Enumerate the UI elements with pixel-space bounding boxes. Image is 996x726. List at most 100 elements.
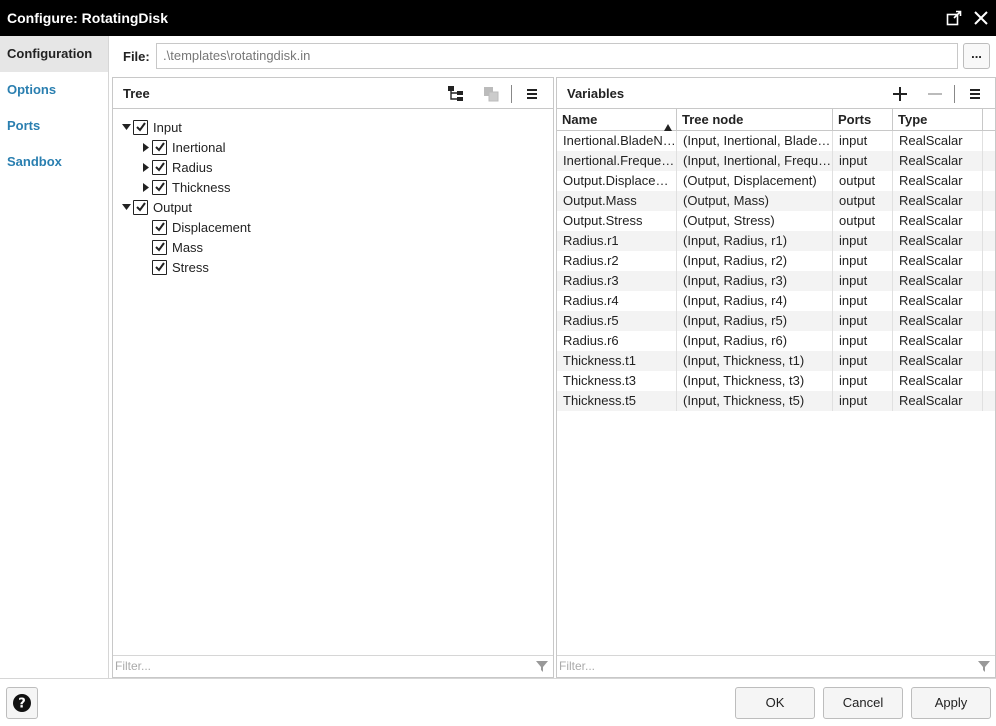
checkbox-checked-icon[interactable] — [133, 199, 148, 215]
tree-node-label: Radius — [172, 159, 213, 175]
file-label: File: — [123, 48, 150, 64]
tree-node-stress[interactable]: Stress — [152, 257, 209, 277]
collapsed-arrow-icon[interactable] — [138, 162, 152, 172]
tree-filter-input[interactable]: Filter... — [113, 655, 553, 677]
cell-name: Thickness.t5 — [557, 391, 677, 411]
variables-filter-input[interactable]: Filter... — [557, 655, 995, 677]
filter-icon[interactable] — [977, 659, 991, 680]
cell-ports: input — [833, 271, 893, 291]
cell-name: Inertional.BladeNumber — [557, 131, 677, 151]
cell-ports: input — [833, 291, 893, 311]
sidebar-item-options[interactable]: Options — [0, 72, 108, 108]
tree-node-displacement[interactable]: Displacement — [152, 217, 251, 237]
hierarchy-icon[interactable] — [446, 84, 466, 104]
add-icon[interactable] — [890, 84, 910, 104]
table-row[interactable]: Radius.r3 (Input, Radius, r3) input RealSca… — [557, 271, 995, 291]
dialog-footer: ? OK Cancel Apply — [0, 678, 996, 726]
column-header-name[interactable]: Name — [557, 109, 677, 131]
toolbar-separator — [511, 85, 512, 103]
title-bar: Configure: RotatingDisk — [0, 0, 996, 36]
cell-type: RealScalar — [893, 211, 983, 231]
variables-table: Name Tree node Ports Type Inertional.Bla… — [557, 109, 995, 411]
tree-node-label: Displacement — [172, 219, 251, 235]
cell-ports: output — [833, 191, 893, 211]
tree-node-label: Thickness — [172, 179, 231, 195]
cancel-button[interactable]: Cancel — [823, 687, 903, 719]
cell-type: RealScalar — [893, 131, 983, 151]
svg-text:?: ? — [18, 697, 26, 712]
expanded-arrow-icon[interactable] — [119, 123, 133, 132]
cell-name: Output.Displacement — [557, 171, 677, 191]
tree-panel-title: Tree — [123, 85, 150, 101]
table-row[interactable]: Radius.r1 (Input, Radius, r1) input RealSca… — [557, 231, 995, 251]
tree-node-output[interactable]: Output — [119, 197, 192, 217]
help-button[interactable]: ? — [6, 687, 38, 719]
table-row[interactable]: Inertional.BladeNumber(Input, Inertional… — [557, 131, 995, 151]
apply-button[interactable]: Apply — [911, 687, 991, 719]
table-row[interactable]: Radius.r5 (Input, Radius, r5) input RealSca… — [557, 311, 995, 331]
table-row[interactable]: Radius.r6 (Input, Radius, r6) input RealSca… — [557, 331, 995, 351]
tree-node-label: Inertional — [172, 139, 226, 155]
cell-ports: input — [833, 311, 893, 331]
checkbox-checked-icon[interactable] — [152, 139, 167, 155]
cell-tree-node: (Input, Radius, r4) — [677, 291, 833, 311]
table-row[interactable]: Thickness.t1 (Input, Thickness, t1) input R… — [557, 351, 995, 371]
file-path-input[interactable]: .\templates\rotatingdisk.in — [156, 43, 958, 69]
cell-tree-node: (Input, Thickness, t1) — [677, 351, 833, 371]
cell-ports: input — [833, 251, 893, 271]
checkbox-checked-icon[interactable] — [152, 219, 167, 235]
menu-icon[interactable] — [522, 84, 542, 104]
column-header-tree-node[interactable]: Tree node — [677, 109, 833, 130]
expanded-arrow-icon[interactable] — [119, 203, 133, 212]
checkbox-checked-icon[interactable] — [152, 159, 167, 175]
checkbox-checked-icon[interactable] — [152, 179, 167, 195]
cell-type: RealScalar — [893, 251, 983, 271]
cell-tree-node: (Input, Radius, r6) — [677, 331, 833, 351]
sidebar: Configuration Options Ports Sandbox — [0, 36, 109, 678]
checkbox-checked-icon[interactable] — [152, 239, 167, 255]
column-header-ports[interactable]: Ports — [833, 109, 893, 130]
table-row[interactable]: Thickness.t3 (Input, Thickness, t3) input R… — [557, 371, 995, 391]
tree-node-inertional[interactable]: Inertional — [138, 137, 225, 157]
collapsed-arrow-icon[interactable] — [138, 182, 152, 192]
browse-button[interactable]: ... — [963, 43, 990, 69]
table-row[interactable]: Output.Mass (Output, Mass) output RealScala… — [557, 191, 995, 211]
collapsed-arrow-icon[interactable] — [138, 142, 152, 152]
tree-node-input[interactable]: Input — [119, 117, 182, 137]
filter-icon[interactable] — [535, 659, 549, 680]
cell-type: RealScalar — [893, 291, 983, 311]
collapse-icon[interactable] — [481, 84, 501, 104]
remove-icon[interactable] — [925, 84, 945, 104]
cell-tree-node: (Output, Displacement) — [677, 171, 833, 191]
checkbox-checked-icon[interactable] — [152, 259, 167, 275]
cell-name: Radius.r2 — [557, 251, 677, 271]
cell-ports: input — [833, 351, 893, 371]
popout-icon[interactable] — [944, 8, 964, 28]
cell-name: Thickness.t1 — [557, 351, 677, 371]
table-row[interactable]: Radius.r2 (Input, Radius, r2) input RealSca… — [557, 251, 995, 271]
tree-node-label: Stress — [172, 259, 209, 275]
column-header-label: Name — [562, 112, 598, 127]
tree-node-thickness[interactable]: Thickness — [138, 177, 231, 197]
sidebar-item-ports[interactable]: Ports — [0, 108, 108, 144]
cell-type: RealScalar — [893, 231, 983, 251]
sidebar-item-configuration[interactable]: Configuration — [0, 36, 108, 72]
table-row[interactable]: Radius.r4 (Input, Radius, r4) input RealSca… — [557, 291, 995, 311]
table-row[interactable]: Output.Displacement (Output, Displacement… — [557, 171, 995, 191]
checkbox-checked-icon[interactable] — [133, 119, 148, 135]
ok-button[interactable]: OK — [735, 687, 815, 719]
table-row[interactable]: Output.Stress (Output, Stress) output RealS… — [557, 211, 995, 231]
cell-name: Radius.r4 — [557, 291, 677, 311]
tree-node-radius[interactable]: Radius — [138, 157, 212, 177]
filter-placeholder: Filter... — [115, 659, 152, 673]
sidebar-item-sandbox[interactable]: Sandbox — [0, 144, 108, 180]
cell-tree-node: (Input, Radius, r3) — [677, 271, 833, 291]
filter-placeholder: Filter... — [559, 659, 596, 673]
close-icon[interactable] — [971, 8, 991, 28]
menu-icon[interactable] — [965, 84, 985, 104]
tree-node-mass[interactable]: Mass — [152, 237, 203, 257]
tree-node-label: Mass — [172, 239, 204, 255]
column-header-type[interactable]: Type — [893, 109, 983, 130]
table-row[interactable]: Thickness.t5 (Input, Thickness, t5) input R… — [557, 391, 995, 411]
table-row[interactable]: Inertional.Frequency (Input, Inertional, … — [557, 151, 995, 171]
